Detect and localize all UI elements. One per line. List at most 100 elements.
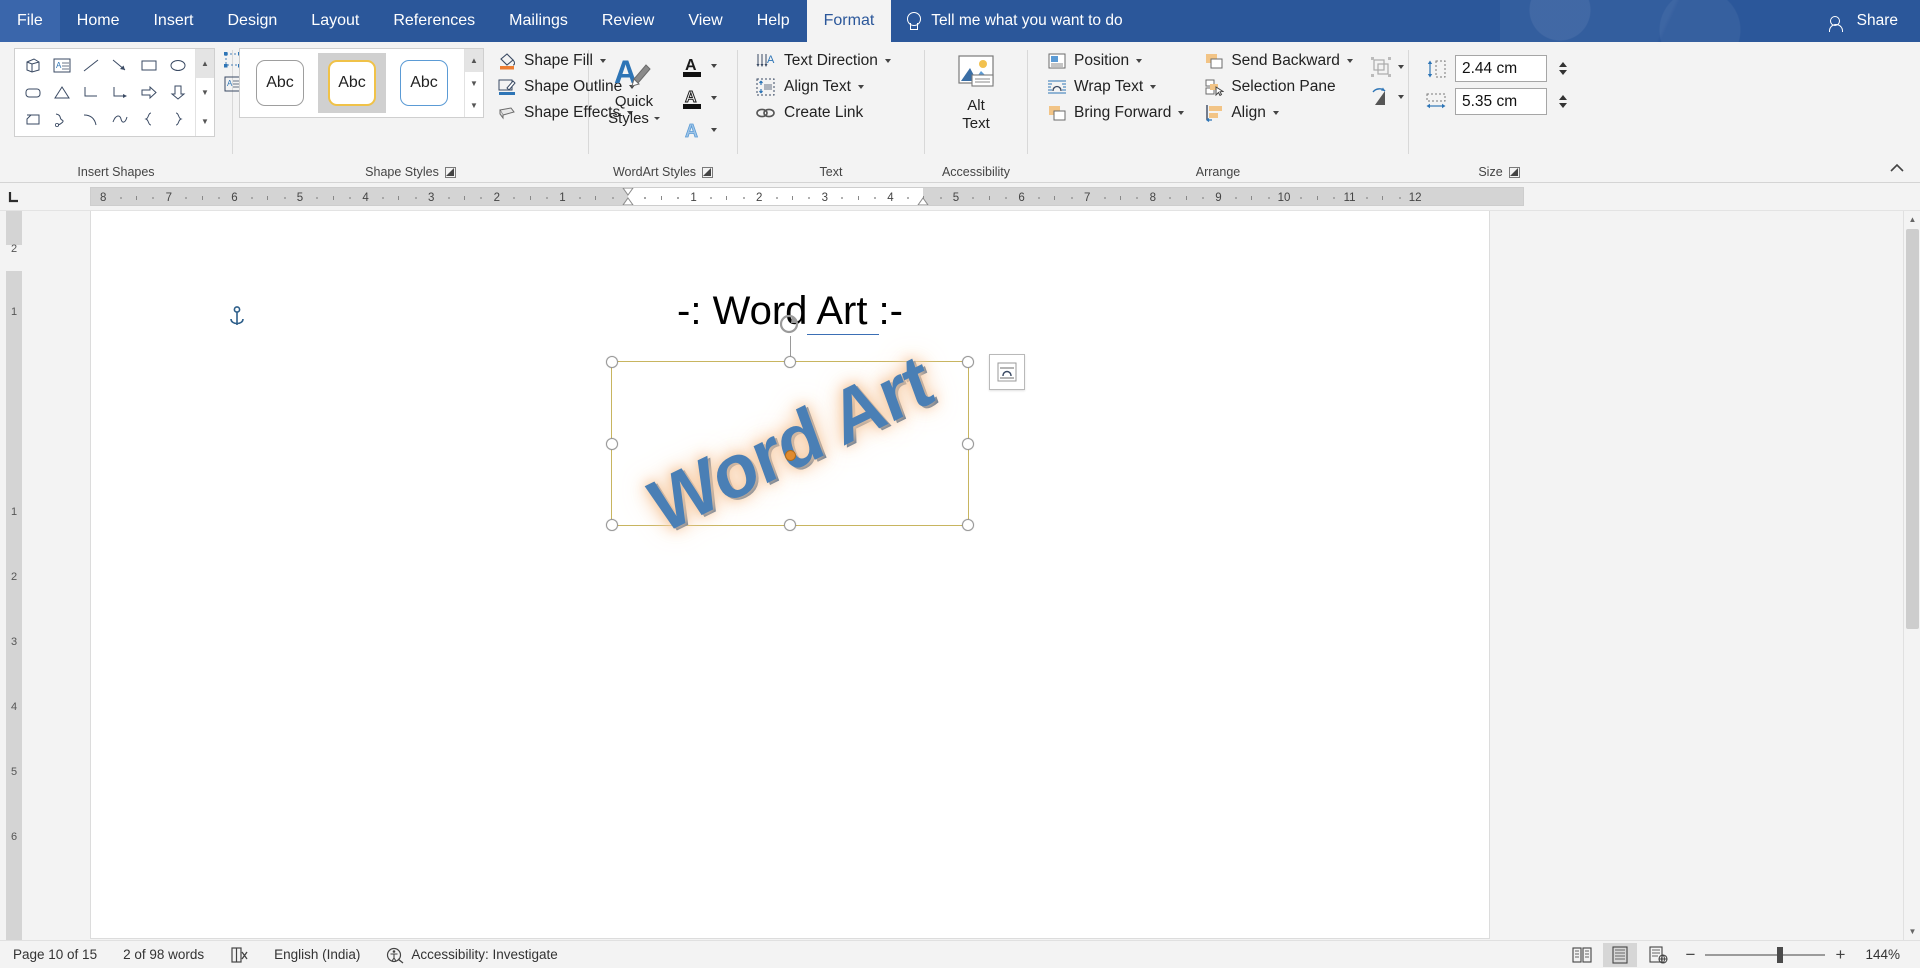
rounded-rectangle-shape[interactable] xyxy=(18,79,47,106)
shape-style-thumb-1[interactable]: Abc xyxy=(246,53,314,113)
vertical-scrollbar[interactable]: ▲ ▼ xyxy=(1903,211,1920,940)
tab-view[interactable]: View xyxy=(671,0,739,42)
send-backward-button[interactable]: Send Backward xyxy=(1197,48,1360,74)
right-arrow-shape[interactable] xyxy=(134,79,163,106)
tab-layout[interactable]: Layout xyxy=(294,0,376,42)
selection-pane-button[interactable]: Selection Pane xyxy=(1197,74,1360,100)
web-layout-icon[interactable] xyxy=(1641,943,1675,967)
shape-width-up-icon[interactable] xyxy=(1559,95,1567,100)
scrollbar-thumb[interactable] xyxy=(1906,229,1919,629)
hanging-indent-marker[interactable] xyxy=(622,197,634,205)
group-objects-button[interactable] xyxy=(1364,52,1409,82)
wordart-object[interactable]: Word Art xyxy=(612,338,968,550)
resize-handle-top-left[interactable] xyxy=(606,356,618,368)
zoom-out-icon[interactable]: − xyxy=(1679,943,1701,967)
cube-shape[interactable] xyxy=(18,52,47,79)
tab-format[interactable]: Format xyxy=(806,0,892,42)
zoom-slider[interactable] xyxy=(1705,943,1826,967)
tab-design[interactable]: Design xyxy=(210,0,294,42)
shape-width-input[interactable]: 5.35 cm xyxy=(1455,88,1547,115)
folded-corner-shape[interactable] xyxy=(18,106,47,133)
line-arrow-shape[interactable] xyxy=(105,52,134,79)
shape-height-stepper[interactable] xyxy=(1555,55,1571,82)
shape-height-down-icon[interactable] xyxy=(1559,70,1567,75)
left-tab-stop-icon[interactable] xyxy=(0,183,28,211)
resize-handle-bottom-left[interactable] xyxy=(606,519,618,531)
tab-home[interactable]: Home xyxy=(60,0,137,42)
alt-text-button[interactable]: Alt Text xyxy=(937,48,1015,135)
status-accessibility[interactable]: Accessibility: Investigate xyxy=(373,941,570,968)
scroll-up-button[interactable]: ▲ xyxy=(1904,211,1920,228)
vertical-ruler[interactable]: 2 1 1 2 3 4 5 6 xyxy=(0,211,28,940)
text-box-shape[interactable]: A xyxy=(47,52,76,79)
tab-references[interactable]: References xyxy=(376,0,492,42)
resize-handle-middle-left[interactable] xyxy=(606,437,618,450)
size-dialog-launcher[interactable] xyxy=(1508,166,1520,178)
document-page[interactable]: -: Word Art :- Word Art xyxy=(90,211,1490,939)
quick-styles-button[interactable]: A Quick Styles xyxy=(595,48,673,130)
wrap-text-button[interactable]: Wrap Text xyxy=(1040,74,1191,100)
shape-styles-gallery[interactable]: Abc Abc Abc ▲ ▼ ▼ xyxy=(239,48,484,118)
left-brace-shape[interactable] xyxy=(134,106,163,133)
read-mode-icon[interactable] xyxy=(1565,943,1599,967)
zoom-slider-knob[interactable] xyxy=(1777,946,1784,963)
create-link-button[interactable]: Create Link xyxy=(748,100,898,126)
share-button[interactable]: Share xyxy=(1828,0,1898,42)
resize-handle-top-right[interactable] xyxy=(962,356,974,368)
layout-options-icon[interactable] xyxy=(989,354,1025,390)
position-button[interactable]: Position xyxy=(1040,48,1191,74)
text-direction-button[interactable]: A Text Direction xyxy=(748,48,898,74)
wordart-styles-dialog-launcher[interactable] xyxy=(702,166,714,178)
shapes-gallery-scroll[interactable]: ▲ ▼ ▼ xyxy=(195,49,214,136)
elbow-arrow-connector-shape[interactable] xyxy=(105,79,134,106)
zoom-level-value[interactable]: 144% xyxy=(1855,947,1910,962)
first-line-indent-marker[interactable] xyxy=(622,188,634,196)
rotation-handle-icon[interactable] xyxy=(778,312,802,336)
resize-handle-bottom-center[interactable] xyxy=(784,519,796,531)
rotate-objects-button[interactable] xyxy=(1364,82,1409,112)
right-indent-marker[interactable] xyxy=(917,197,929,205)
shape-styles-more-button[interactable]: ▼ xyxy=(465,94,483,117)
shape-width-stepper[interactable] xyxy=(1555,88,1571,115)
collapse-ribbon-chevron-icon[interactable] xyxy=(1886,158,1908,178)
resize-handle-bottom-right[interactable] xyxy=(962,519,974,531)
tab-mailings[interactable]: Mailings xyxy=(492,0,585,42)
text-effects-button[interactable]: A xyxy=(675,114,722,146)
status-proofing[interactable] xyxy=(217,941,261,968)
right-brace-shape[interactable] xyxy=(163,106,192,133)
rectangle-shape[interactable] xyxy=(134,52,163,79)
shape-styles-scroll-up-button[interactable]: ▲ xyxy=(465,49,483,72)
align-text-button[interactable]: Align Text xyxy=(748,74,898,100)
down-arrow-shape[interactable] xyxy=(163,79,192,106)
scroll-down-button[interactable]: ▼ xyxy=(1904,923,1920,940)
curve-shape[interactable] xyxy=(76,106,105,133)
shape-style-thumb-2[interactable]: Abc xyxy=(318,53,386,113)
shapes-scroll-down-button[interactable]: ▼ xyxy=(196,78,214,107)
horizontal-ruler[interactable]: 8 7 6 5 4 3 2 1 1 2 3 4 5 6 7 8 9 10 11 12 xyxy=(90,187,1524,206)
shape-style-thumb-3[interactable]: Abc xyxy=(390,53,458,113)
bring-forward-button[interactable]: Bring Forward xyxy=(1040,100,1191,126)
oval-shape[interactable] xyxy=(163,52,192,79)
tab-review[interactable]: Review xyxy=(585,0,671,42)
shape-height-up-icon[interactable] xyxy=(1559,62,1567,67)
text-fill-button[interactable]: A xyxy=(675,50,722,82)
tab-file[interactable]: File xyxy=(0,0,60,42)
tab-insert[interactable]: Insert xyxy=(136,0,210,42)
wordart-shape-selection[interactable]: Word Art xyxy=(606,314,974,550)
line-shape[interactable] xyxy=(76,52,105,79)
zoom-in-icon[interactable]: + xyxy=(1829,943,1851,967)
elbow-connector-shape[interactable] xyxy=(76,79,105,106)
shape-height-input[interactable]: 2.44 cm xyxy=(1455,55,1547,82)
status-language[interactable]: English (India) xyxy=(261,941,373,968)
print-layout-icon[interactable] xyxy=(1603,942,1638,967)
resize-handle-top-center[interactable] xyxy=(784,356,796,368)
shape-width-down-icon[interactable] xyxy=(1559,103,1567,108)
text-outline-button[interactable]: A xyxy=(675,82,722,114)
adjustment-handle[interactable] xyxy=(785,450,796,461)
status-page-number[interactable]: Page 10 of 15 xyxy=(0,941,110,968)
shapes-scroll-up-button[interactable]: ▲ xyxy=(196,49,214,78)
scribble-shape[interactable] xyxy=(47,106,76,133)
align-objects-button[interactable]: Align xyxy=(1197,100,1360,126)
tell-me-search[interactable]: Tell me what you want to do xyxy=(891,0,1136,42)
triangle-shape[interactable] xyxy=(47,79,76,106)
